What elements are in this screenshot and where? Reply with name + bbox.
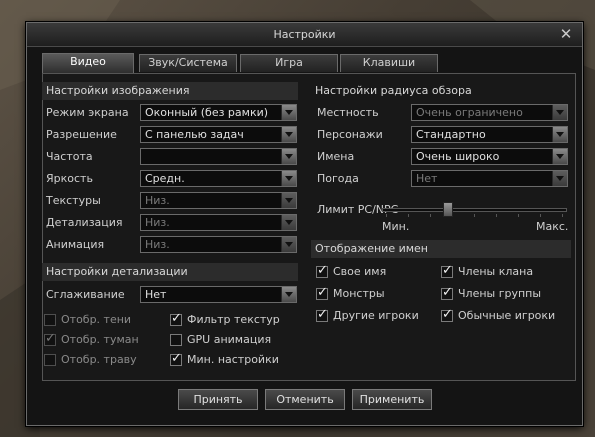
antialias-label: Сглаживание: [46, 288, 125, 301]
ordinary-players-label: Обычные игроки: [458, 309, 556, 322]
weather-label: Погода: [317, 172, 359, 185]
names-value: Очень широко: [416, 150, 500, 163]
cancel-button[interactable]: Отменить: [265, 389, 345, 410]
check-icon: ✓: [171, 311, 182, 326]
brightness-label: Яркость: [46, 172, 93, 185]
other-players-checkbox[interactable]: ✓: [316, 307, 328, 322]
chevron-down-icon[interactable]: [281, 237, 296, 252]
antialias-select[interactable]: Нет: [140, 286, 297, 303]
party-members-label: Члены группы: [458, 287, 542, 300]
chevron-down-icon[interactable]: [281, 287, 296, 302]
resolution-label: Разрешение: [46, 128, 117, 141]
textures-value: Низ.: [145, 194, 170, 207]
chevron-down-icon[interactable]: [552, 171, 567, 186]
terrain-value: Очень ограничено: [416, 106, 523, 119]
ordinary-players-checkbox[interactable]: ✓: [441, 307, 453, 322]
apply-button[interactable]: Применить: [352, 389, 432, 410]
texture-filter-checkbox[interactable]: ✓: [170, 311, 182, 326]
show-shadows-checkbox[interactable]: [44, 314, 56, 326]
monsters-label: Монстры: [333, 287, 385, 300]
own-name-label: Свое имя: [333, 265, 387, 278]
name-display-heading: Отображение имен: [311, 240, 571, 258]
image-settings-heading: Настройки изображения: [42, 82, 298, 100]
tab-video[interactable]: Видео: [42, 53, 134, 73]
gpu-animation-label: GPU анимация: [187, 333, 272, 346]
screen-mode-select[interactable]: Оконный (без рамки): [140, 104, 297, 121]
terrain-select[interactable]: Очень ограничено: [411, 104, 568, 121]
resolution-value: С панелью задач: [145, 128, 244, 141]
check-icon: ✓: [442, 307, 453, 322]
detail-settings-heading: Настройки детализации: [42, 263, 298, 281]
other-players-label: Другие игроки: [333, 309, 419, 322]
window-title: Настройки: [273, 28, 336, 41]
screen-mode-label: Режим экрана: [46, 106, 129, 119]
view-radius-heading: Настройки радиуса обзора: [311, 82, 571, 100]
screen-mode-value: Оконный (без рамки): [145, 106, 269, 119]
own-name-checkbox[interactable]: ✓: [316, 263, 328, 278]
detail-label: Детализация: [46, 216, 123, 229]
clan-members-label: Члены клана: [458, 265, 534, 278]
chevron-down-icon[interactable]: [281, 171, 296, 186]
textures-select[interactable]: Низ.: [140, 192, 297, 209]
resolution-select[interactable]: С панелью задач: [140, 126, 297, 143]
close-icon[interactable]: ✕: [558, 26, 574, 42]
characters-value: Стандартно: [416, 128, 486, 141]
chevron-down-icon[interactable]: [281, 193, 296, 208]
chevron-down-icon[interactable]: [552, 127, 567, 142]
show-shadows-label: Отобр. тени: [61, 313, 132, 326]
monsters-checkbox[interactable]: ✓: [316, 285, 328, 300]
animation-value: Низ.: [145, 238, 170, 251]
min-settings-label: Мин. настройки: [187, 353, 279, 366]
show-grass-checkbox[interactable]: [44, 354, 56, 366]
chevron-down-icon[interactable]: [281, 149, 296, 164]
names-select[interactable]: Очень широко: [411, 148, 568, 165]
textures-label: Текстуры: [46, 194, 101, 207]
tab-keys[interactable]: Клавиши: [340, 54, 438, 72]
check-icon: ✓: [317, 307, 328, 322]
texture-filter-label: Фильтр текстур: [187, 313, 280, 326]
chevron-down-icon[interactable]: [281, 215, 296, 230]
weather-select[interactable]: Нет: [411, 170, 568, 187]
characters-label: Персонажи: [317, 128, 383, 141]
animation-label: Анимация: [46, 238, 105, 251]
chevron-down-icon[interactable]: [552, 149, 567, 164]
check-icon: ✓: [317, 285, 328, 300]
accept-button[interactable]: Принять: [178, 389, 258, 410]
tab-game[interactable]: Игра: [240, 54, 338, 72]
show-fog-checkbox[interactable]: ✓: [44, 331, 56, 346]
title-bar[interactable]: Настройки ✕: [27, 23, 582, 47]
check-icon: ✓: [442, 263, 453, 278]
check-icon: ✓: [442, 285, 453, 300]
check-icon: ✓: [171, 351, 182, 366]
check-icon: ✓: [317, 263, 328, 278]
detail-value: Низ.: [145, 216, 170, 229]
refresh-rate-select[interactable]: [140, 148, 297, 165]
refresh-rate-label: Частота: [46, 150, 93, 163]
chevron-down-icon[interactable]: [552, 105, 567, 120]
clan-members-checkbox[interactable]: ✓: [441, 263, 453, 278]
animation-select[interactable]: Низ.: [140, 236, 297, 253]
gpu-animation-checkbox[interactable]: [170, 334, 182, 346]
names-label: Имена: [317, 150, 355, 163]
brightness-select[interactable]: Средн.: [140, 170, 297, 187]
slider-max-label: Макс.: [536, 220, 569, 233]
show-fog-label: Отобр. туман: [61, 333, 139, 346]
terrain-label: Местность: [317, 106, 379, 119]
min-settings-checkbox[interactable]: ✓: [170, 351, 182, 366]
weather-value: Нет: [416, 172, 438, 185]
check-icon: ✓: [45, 331, 56, 346]
detail-select[interactable]: Низ.: [140, 214, 297, 231]
pc-limit-slider-track[interactable]: [382, 208, 567, 212]
show-grass-label: Отобр. траву: [61, 353, 137, 366]
characters-select[interactable]: Стандартно: [411, 126, 568, 143]
chevron-down-icon[interactable]: [281, 127, 296, 142]
antialias-value: Нет: [145, 288, 167, 301]
party-members-checkbox[interactable]: ✓: [441, 285, 453, 300]
chevron-down-icon[interactable]: [281, 105, 296, 120]
pc-limit-slider-thumb[interactable]: [443, 202, 454, 217]
tab-sound-system[interactable]: Звук/Система: [139, 54, 237, 72]
brightness-value: Средн.: [145, 172, 185, 185]
slider-min-label: Мин.: [382, 220, 410, 233]
